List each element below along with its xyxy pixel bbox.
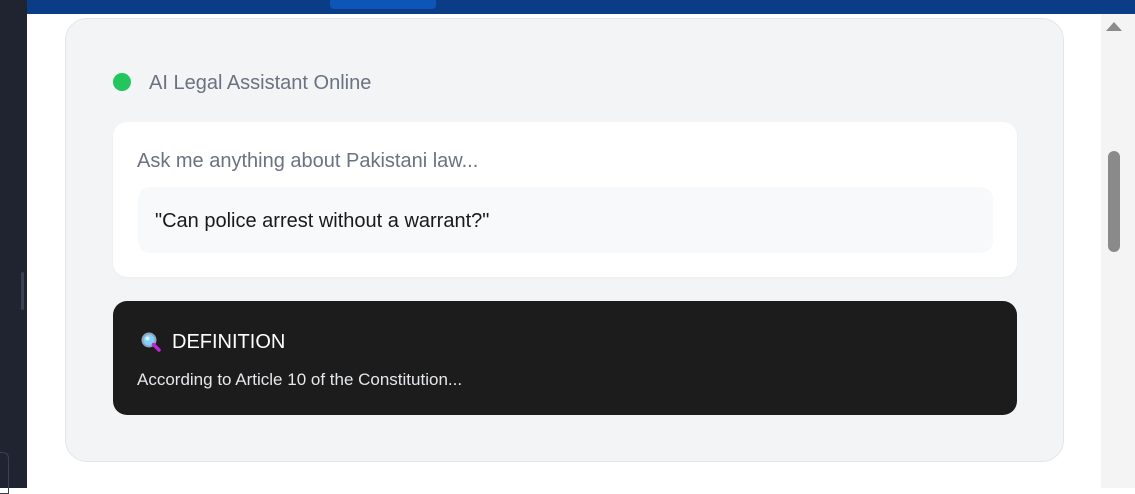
online-status-dot-icon xyxy=(113,73,131,91)
scrollbar-thumb[interactable] xyxy=(1108,151,1120,252)
panel-resize-handle[interactable] xyxy=(21,272,24,310)
magnifying-glass-icon xyxy=(141,332,161,352)
top-header-bar xyxy=(27,0,1135,14)
definition-response-card xyxy=(113,301,1017,415)
example-query-text: "Can police arrest without a warrant?" xyxy=(155,210,490,232)
definition-body-text: According to Article 10 of the Constitut… xyxy=(137,370,463,389)
header-active-tab[interactable] xyxy=(330,0,436,9)
chat-input-placeholder[interactable]: Ask me anything about Pakistani law... xyxy=(137,148,478,174)
vertical-scrollbar[interactable] xyxy=(1101,14,1135,488)
scroll-up-arrow-icon[interactable] xyxy=(1106,22,1122,31)
definition-title: DEFINITION xyxy=(172,331,286,353)
left-side-panel xyxy=(0,0,27,494)
assistant-status-label: AI Legal Assistant Online xyxy=(149,72,372,94)
